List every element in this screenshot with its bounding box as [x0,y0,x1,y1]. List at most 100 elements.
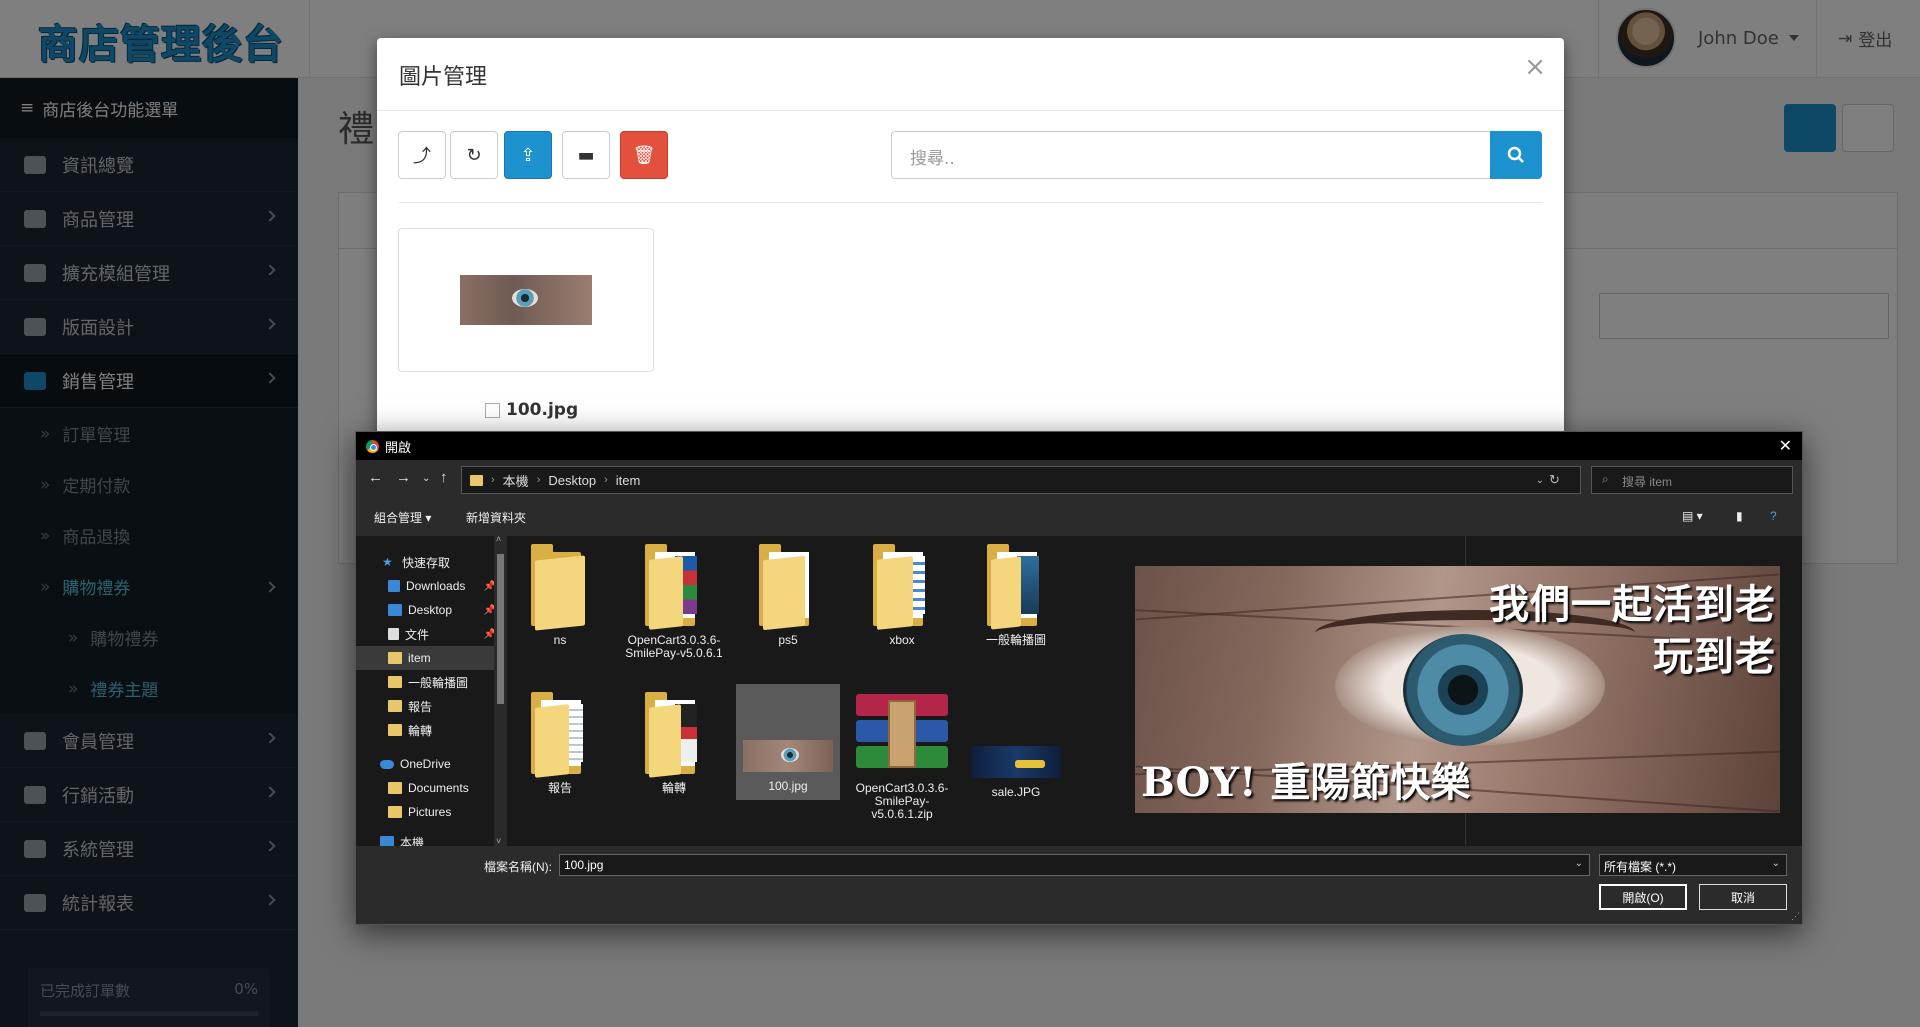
tree-item-item[interactable]: item [356,646,502,670]
preview-caption-line3: BOY! 重陽節快樂 [1141,759,1471,806]
filetype-value: 所有檔案 (*.*) [1604,860,1677,874]
image-search-input[interactable]: 搜尋.. [891,131,1491,179]
file-item[interactable]: sale.JPG [964,684,1068,799]
modal-title: 圖片管理 [399,65,488,90]
back-arrow-icon[interactable]: ← [368,469,383,486]
folder-icon [531,544,589,631]
organize-menu[interactable]: 組合管理 ▾ [374,509,431,526]
chrome-icon [366,439,379,453]
dialog-search-placeholder: 搜尋 item [1622,475,1673,489]
tree-item-desktop[interactable]: Desktop 📌 [356,598,502,622]
tree-item-rotate[interactable]: 輪轉 [356,718,502,742]
delete-button[interactable]: 🗑 [620,131,668,179]
close-icon[interactable]: ✕ [1779,436,1792,456]
up-arrow-icon[interactable]: ↑ [440,469,448,486]
file-name: 一般輪播圖 [985,633,1046,647]
download-icon [388,580,400,592]
file-item[interactable]: 一般輪播圖 [964,536,1068,647]
tree-item-label: Desktop [408,603,453,617]
refresh-icon[interactable]: ↻ [1549,472,1560,488]
parent-folder-button[interactable]: ⤴ [398,131,446,179]
breadcrumb-item[interactable]: 本機 [503,471,529,490]
tree-item-label: 一般輪播圖 [408,675,469,690]
dialog-footer: 檔案名稱(N): 100.jpg ⌄ 所有檔案 (*.*) ⌄ 開啟(O) 取消… [356,846,1802,924]
preview-pane-icon[interactable]: ▮ [1736,509,1743,523]
filename-input[interactable]: 100.jpg ⌄ [559,854,1590,876]
folder-icon [388,676,402,688]
star-icon: ★ [382,555,393,569]
folder-icon: ▬ [577,144,595,166]
image-thumbnail [971,746,1061,778]
resize-grip-icon[interactable]: ⋰ [1791,911,1800,922]
breadcrumb-item[interactable]: item [616,473,641,488]
tree-item-quick-access[interactable]: ★ 快速存取 [356,550,502,574]
tree-item-pictures[interactable]: Pictures [356,800,502,824]
tree-item-report[interactable]: 報告 [356,694,502,718]
tree-scrollbar[interactable]: ˄ ˅ [494,534,507,846]
image-preview [460,275,592,325]
level-up-icon: ⤴ [413,146,431,167]
new-folder-button[interactable]: ▬ [562,131,610,179]
file-item[interactable]: ps5 [736,536,840,647]
modal-header: 圖片管理 × [377,38,1564,111]
close-icon[interactable]: × [1524,52,1546,82]
file-name: xbox [889,633,915,647]
folder-icon [873,544,931,630]
file-item[interactable]: ns [508,536,612,647]
tree-item-downloads[interactable]: Downloads 📌 [356,574,502,598]
cancel-button[interactable]: 取消 [1699,884,1787,910]
file-name: ps5 [778,633,798,647]
tree-item-label: 文件 [405,627,430,642]
help-icon[interactable]: ? [1770,509,1777,523]
file-item[interactable]: 報告 [508,684,612,795]
tree-item-onedrive-documents[interactable]: Documents [356,776,502,800]
tree-item-documents[interactable]: 文件 📌 [356,622,502,646]
breadcrumb-item[interactable]: Desktop [548,473,596,488]
tree-item-onedrive[interactable]: OneDrive [356,752,502,776]
new-folder-button[interactable]: 新增資料夾 [466,509,526,526]
file-item-selected[interactable]: 100.jpg [736,684,840,800]
image-thumbnail [743,740,833,772]
file-name: 報告 [547,781,572,795]
open-button[interactable]: 開啟(O) [1599,884,1687,910]
image-filename: 100.jpg [506,400,579,420]
file-name: 輪轉 [661,781,686,795]
divider [399,202,1542,203]
refresh-button[interactable]: ↻ [450,131,498,179]
chevron-down-icon[interactable]: ⌄ [1575,858,1583,869]
view-options-icon[interactable]: ▤ ▾ [1682,509,1703,523]
filename-value: 100.jpg [564,858,604,872]
image-preview-large: 我們一起活到老 玩到老 BOY! 重陽節快樂 [1135,566,1780,813]
upload-button[interactable]: ⇪ [504,131,552,179]
file-item[interactable]: xbox [850,536,954,647]
file-item[interactable]: OpenCart3.0.3.6-SmilePay-v5.0.6.1 [622,536,726,660]
forward-arrow-icon[interactable]: → [396,469,411,486]
recent-chevron-icon[interactable]: ⌄ [422,473,430,484]
file-item[interactable]: OpenCart3.0.3.6-SmilePay-v5.0.6.1.zip [850,684,954,821]
tree-item-label: 輪轉 [408,723,433,738]
image-search-button[interactable] [1490,131,1542,179]
chevron-down-icon[interactable]: ⌄ [1536,475,1544,486]
refresh-icon: ↻ [466,144,482,166]
folder-icon [388,724,402,736]
file-item[interactable]: 輪轉 [622,684,726,795]
scrollbar-thumb[interactable] [497,554,504,704]
tree-item-carousel[interactable]: 一般輪播圖 [356,670,502,694]
folder-icon [645,544,703,630]
preview-caption-line1: 我們一起活到老 [1489,581,1776,628]
cloud-icon [380,759,394,769]
filetype-select[interactable]: 所有檔案 (*.*) ⌄ [1599,854,1787,876]
folder-icon [531,692,589,778]
folder-icon [388,782,402,794]
dialog-titlebar: 開啟 ✕ [356,432,1802,460]
document-icon [388,628,399,640]
folder-icon [388,652,402,664]
image-select-checkbox[interactable] [485,402,500,418]
tree-item-label: item [408,651,431,665]
dialog-search-input[interactable]: ⌕ 搜尋 item [1591,466,1793,494]
image-thumbnail[interactable] [398,228,654,372]
address-bar[interactable]: › 本機 › Desktop › item ⌄ [461,466,1581,494]
image-item: 100.jpg [485,400,578,420]
upload-icon: ⇪ [520,144,536,166]
navigation-tree: ★ 快速存取 Downloads 📌 Desktop 📌 文件 📌 item 一般輪播圖… [356,534,507,850]
